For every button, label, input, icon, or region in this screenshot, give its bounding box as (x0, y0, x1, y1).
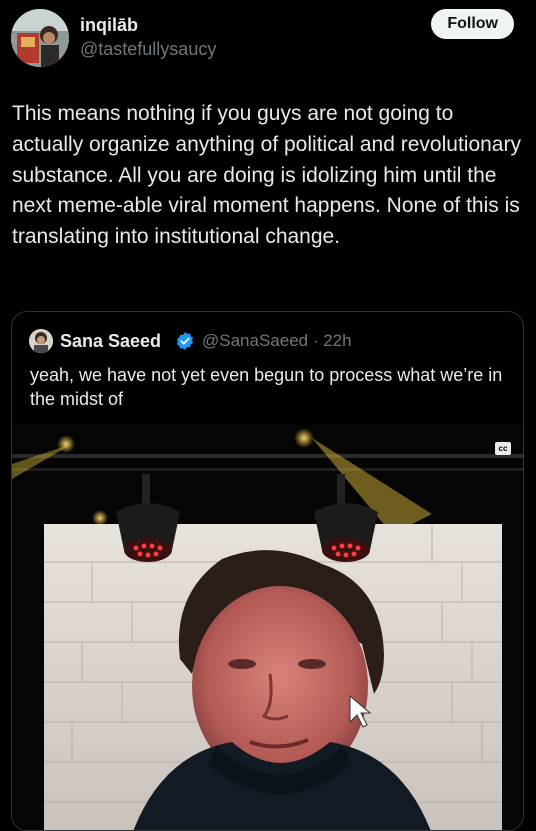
tweet-text: This means nothing if you guys are not g… (12, 102, 521, 249)
quoted-tweet-text: yeah, we have not yet even begun to proc… (30, 365, 503, 409)
quoted-video-thumbnail[interactable]: cc (12, 424, 523, 830)
quoted-author-name[interactable]: Sana Saeed (60, 330, 161, 352)
author-avatar[interactable] (11, 9, 69, 67)
quoted-tweet-card[interactable]: Sana Saeed @SanaSaeed · 22h yeah, we hav… (11, 311, 524, 831)
closed-captions-icon[interactable]: cc (495, 442, 511, 455)
follow-button[interactable]: Follow (431, 9, 514, 39)
verified-badge-icon (177, 332, 193, 350)
author-handle[interactable]: @tastefullysaucy (80, 38, 216, 60)
quoted-author-avatar[interactable] (29, 329, 53, 353)
quoted-handle-time[interactable]: @SanaSaeed · 22h (202, 330, 352, 352)
author-display-name[interactable]: inqilāb (80, 14, 138, 36)
